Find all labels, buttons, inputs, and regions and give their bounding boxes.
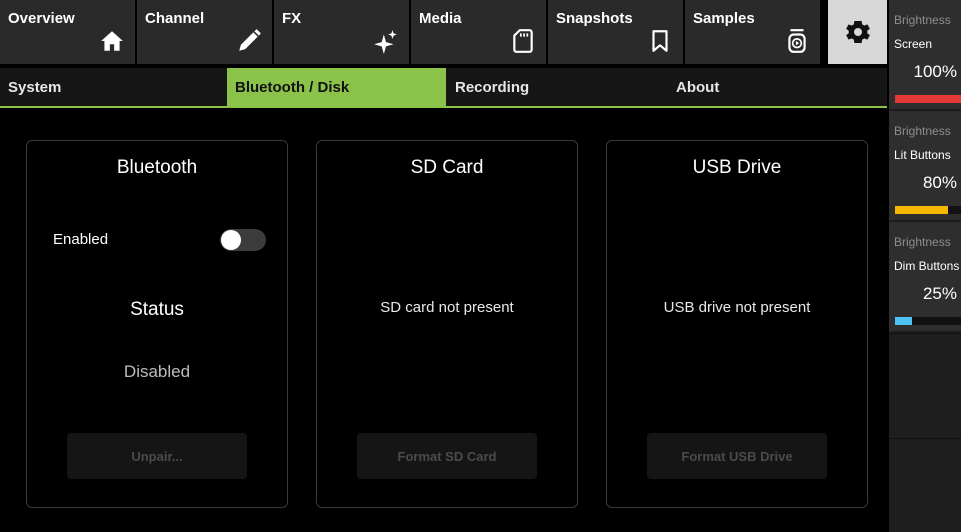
usb-drive-status-message: USB drive not present	[663, 299, 811, 316]
nav-tab-overview[interactable]: Overview	[0, 0, 135, 64]
panel-title: USB Drive	[692, 157, 782, 178]
brightness-target: Screen	[894, 37, 933, 51]
format-usb-drive-button[interactable]: Format USB Drive	[647, 433, 827, 479]
brightness-bar	[895, 95, 961, 103]
lit-buttons-brightness-control[interactable]: Brightness Lit Buttons 80%	[889, 111, 961, 220]
subtab-label: Bluetooth / Disk	[235, 79, 350, 96]
brightness-target: Lit Buttons	[894, 148, 951, 162]
pencil-icon	[236, 28, 262, 54]
usb-drive-panel: USB Drive USB drive not present Format U…	[606, 140, 868, 508]
nav-tab-media[interactable]: Media	[411, 0, 546, 64]
brightness-sidebar: Brightness Screen 100% Brightness Lit Bu…	[889, 0, 961, 532]
screen-brightness-control[interactable]: Brightness Screen 100%	[889, 0, 961, 109]
settings-tab[interactable]	[828, 0, 887, 64]
brightness-heading: Brightness	[894, 13, 951, 27]
subtab-label: Recording	[455, 79, 530, 96]
settings-subtabs: System Bluetooth / Disk Recording About	[0, 68, 887, 108]
nav-tab-label: Media	[419, 10, 462, 27]
home-icon	[99, 28, 125, 54]
bluetooth-enabled-toggle[interactable]	[220, 229, 266, 251]
brightness-target: Dim Buttons	[894, 259, 960, 273]
nav-tab-label: Snapshots	[556, 10, 633, 27]
sample-player-icon	[784, 28, 810, 54]
brightness-bar	[895, 317, 961, 325]
bluetooth-status-heading: Status	[130, 299, 184, 320]
gear-icon	[843, 17, 873, 47]
nav-tab-samples[interactable]: Samples	[685, 0, 820, 64]
subtab-system[interactable]: System	[0, 68, 219, 106]
bookmark-icon	[647, 28, 673, 54]
brightness-value: 25%	[922, 284, 957, 303]
sidebar-empty-slot	[889, 333, 961, 438]
subtab-bluetooth-disk[interactable]: Bluetooth / Disk	[227, 68, 446, 106]
brightness-bar-fill	[895, 95, 961, 103]
toggle-knob	[221, 230, 241, 250]
panel-title: Bluetooth	[116, 157, 198, 178]
subtab-about[interactable]: About	[668, 68, 887, 106]
sd-card-icon	[510, 28, 536, 54]
sidebar-empty-slot	[889, 438, 961, 532]
nav-tab-label: Samples	[693, 10, 755, 27]
bluetooth-status-value: Disabled	[123, 362, 191, 381]
brightness-bar-fill	[895, 317, 912, 325]
brightness-value: 80%	[922, 173, 957, 192]
sd-card-status-message: SD card not present	[380, 299, 514, 316]
nav-tab-label: Overview	[8, 10, 75, 27]
dim-buttons-brightness-control[interactable]: Brightness Dim Buttons 25%	[889, 222, 961, 331]
top-navigation: Overview Channel FX Media Snapshots Samp…	[0, 0, 887, 66]
unpair-button[interactable]: Unpair...	[67, 433, 247, 479]
format-sd-card-button[interactable]: Format SD Card	[357, 433, 537, 479]
nav-tab-label: Channel	[145, 10, 205, 27]
nav-tab-label: FX	[282, 10, 302, 27]
brightness-heading: Brightness	[894, 235, 951, 249]
nav-tab-channel[interactable]: Channel	[137, 0, 272, 64]
brightness-heading: Brightness	[894, 124, 951, 138]
subtab-label: About	[676, 79, 720, 96]
panel-title: SD Card	[410, 157, 484, 178]
nav-tab-snapshots[interactable]: Snapshots	[548, 0, 683, 64]
subtab-recording[interactable]: Recording	[447, 68, 666, 106]
brightness-bar-fill	[895, 206, 948, 214]
nav-tab-fx[interactable]: FX	[274, 0, 409, 64]
bluetooth-enabled-label: Enabled	[53, 231, 109, 248]
sparkles-icon	[373, 28, 399, 54]
sd-card-panel: SD Card SD card not present Format SD Ca…	[316, 140, 578, 508]
subtab-label: System	[8, 79, 62, 96]
brightness-bar	[895, 206, 961, 214]
bluetooth-panel: Bluetooth Enabled Status Disabled Unpair…	[26, 140, 288, 508]
brightness-value: 100%	[913, 62, 957, 81]
